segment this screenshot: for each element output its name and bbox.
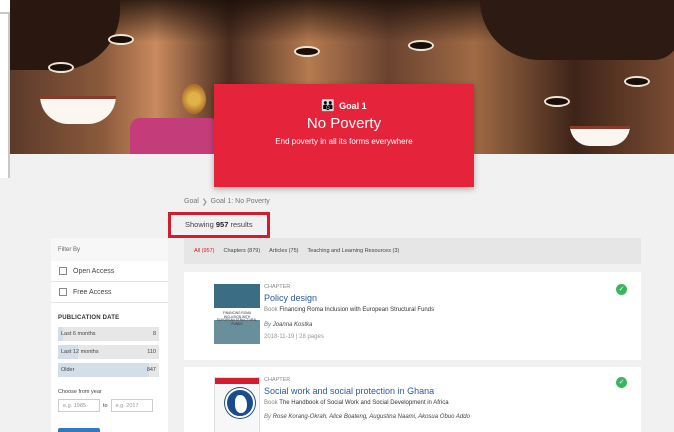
goal-card: 👪 Goal 1 No Poverty End poverty in all i… xyxy=(214,84,474,187)
results-count: Showing 957 results xyxy=(168,212,270,238)
book-title[interactable]: The Handbook of Social Work and Social D… xyxy=(279,400,448,406)
goal-title: No Poverty xyxy=(306,115,382,132)
open-access-filter[interactable]: Open Access xyxy=(51,261,168,282)
filter-by-heading: Filter By xyxy=(51,238,168,261)
result-title[interactable]: Social work and social protection in Gha… xyxy=(264,386,434,396)
by-label: By xyxy=(264,322,272,328)
hero-earring xyxy=(182,84,206,114)
breadcrumb: Goal ❯ Goal 1: No Poverty xyxy=(184,198,270,206)
year-from-input[interactable]: e.g. 1985 xyxy=(58,399,100,412)
breadcrumb-current: Goal 1: No Poverty xyxy=(210,198,270,205)
date-filter-label: Last 6 months xyxy=(61,331,96,337)
date-filter-count: 110 xyxy=(147,349,156,355)
date-filter-last-6-months[interactable]: Last 6 months 8 xyxy=(58,327,159,341)
check-icon: ✓ xyxy=(616,377,627,388)
date-filter-label: Last 12 months xyxy=(61,349,99,355)
results-list: FINANCING ROMA INCLUSION WITH EUROPEAN S… xyxy=(184,264,641,432)
tab-articles[interactable]: Articles (75) xyxy=(269,248,298,254)
hero-eye xyxy=(108,34,134,45)
result-title[interactable]: Policy design xyxy=(264,293,317,303)
results-count-prefix: Showing xyxy=(185,220,214,229)
year-range-label: Choose from year xyxy=(58,389,102,395)
open-access-label: Open Access xyxy=(73,267,115,275)
side-tab-edge xyxy=(0,0,10,178)
hero-eye xyxy=(48,62,74,73)
free-access-label: Free Access xyxy=(73,288,112,296)
result-tabs: All (957) Chapters (879) Articles (75) T… xyxy=(184,238,641,264)
hero-eye xyxy=(624,76,650,87)
book-cover-title: FINANCING ROMA INCLUSION WITH EUROPEAN S… xyxy=(216,311,258,327)
result-type: CHAPTER xyxy=(264,284,291,290)
list-item: FINANCING ROMA INCLUSION WITH EUROPEAN S… xyxy=(184,272,641,360)
date-filter-count: 847 xyxy=(146,367,156,373)
hero-smile xyxy=(40,96,116,124)
africa-globe-icon xyxy=(225,388,255,418)
date-filter-count: 8 xyxy=(152,331,156,337)
hero-eye xyxy=(294,46,320,57)
book-label: Book xyxy=(264,307,278,313)
result-authors: By Joanna Kostka xyxy=(264,322,312,328)
book-cover-image[interactable] xyxy=(214,377,260,432)
book-cover-image[interactable]: FINANCING ROMA INCLUSION WITH EUROPEAN S… xyxy=(214,284,260,344)
book-label: Book xyxy=(264,400,278,406)
result-book: Book The Handbook of Social Work and Soc… xyxy=(264,400,449,406)
result-book: Book Financing Roma Inclusion with Europ… xyxy=(264,307,434,313)
hero-hair-left xyxy=(10,0,120,70)
result-authors: By Rose Korang-Okrah, Alice Boateng, Aug… xyxy=(264,414,470,420)
result-meta: 2018-11-19 | 28 pages xyxy=(264,334,324,340)
chevron-right-icon: ❯ xyxy=(201,199,208,206)
breadcrumb-root[interactable]: Goal xyxy=(184,198,199,206)
list-item: CHAPTER Social work and social protectio… xyxy=(184,367,641,432)
author-name[interactable]: Joanna Kostka xyxy=(273,322,313,328)
check-icon: ✓ xyxy=(616,284,627,295)
tab-teaching-resources[interactable]: Teaching and Learning Resources (3) xyxy=(308,248,400,254)
author-name[interactable]: Rose Korang-Okrah, Alice Boateng, August… xyxy=(273,414,470,420)
cover-band xyxy=(215,378,259,384)
results-count-suffix: results xyxy=(230,220,253,229)
hero-eye xyxy=(544,96,570,107)
goal-header: 👪 Goal 1 xyxy=(214,99,474,112)
result-type: CHAPTER xyxy=(264,377,291,383)
free-access-checkbox[interactable] xyxy=(59,288,67,296)
hero-eye xyxy=(408,40,434,51)
hero-shirt xyxy=(130,118,220,154)
book-title[interactable]: Financing Roma Inclusion with European S… xyxy=(279,307,434,313)
by-label: By xyxy=(264,414,272,420)
date-filter-label: Older xyxy=(61,367,75,373)
filter-sidebar: Filter By Open Access Free Access PUBLIC… xyxy=(51,238,168,432)
family-icon: 👪 xyxy=(321,100,335,112)
year-to-input[interactable]: e.g. 2017 xyxy=(110,399,153,412)
open-access-checkbox[interactable] xyxy=(59,267,67,275)
goal-subtitle: End poverty in all its forms everywhere xyxy=(275,137,413,146)
goal-number: Goal 1 xyxy=(339,100,367,111)
date-filter-older[interactable]: Older 847 xyxy=(58,363,159,377)
year-to-label: to xyxy=(103,402,108,409)
year-range: e.g. 1985 to e.g. 2017 xyxy=(51,399,168,412)
date-filter-last-12-months[interactable]: Last 12 months 110 xyxy=(58,345,159,359)
apply-year-button[interactable] xyxy=(58,428,100,432)
results-count-number: 957 xyxy=(215,220,229,229)
hero-smile xyxy=(570,126,630,146)
hero-hair-right xyxy=(480,0,674,60)
tab-all[interactable]: All (957) xyxy=(194,248,214,254)
tab-chapters[interactable]: Chapters (879) xyxy=(223,248,260,254)
publication-date-heading: PUBLICATION DATE xyxy=(58,315,120,321)
free-access-filter[interactable]: Free Access xyxy=(51,282,168,303)
